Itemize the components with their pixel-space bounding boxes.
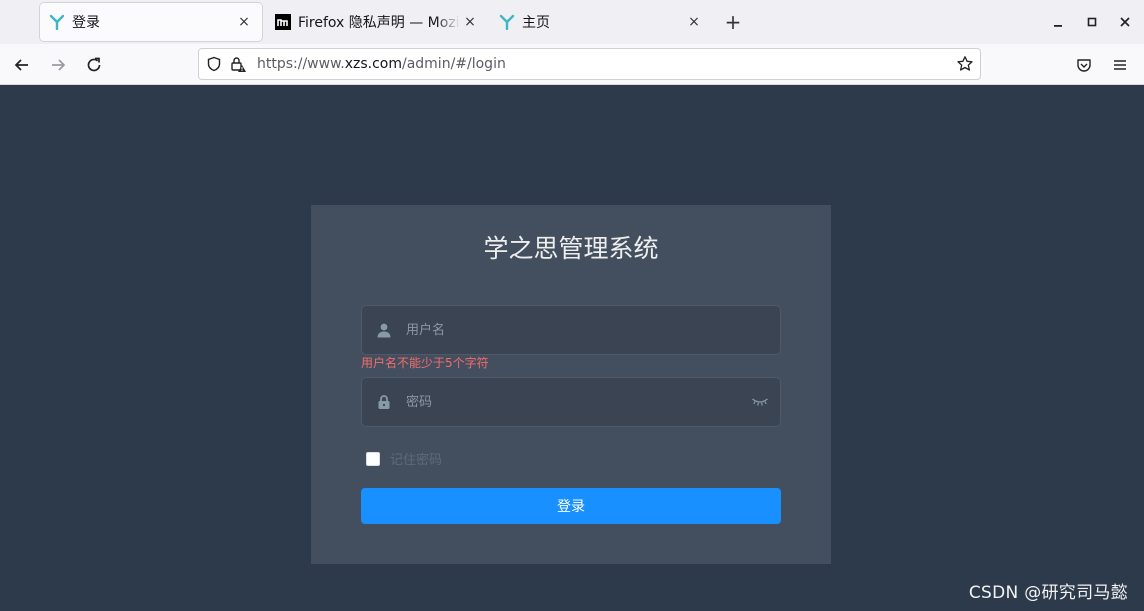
username-error: 用户名不能少于5个字符 (361, 356, 489, 370)
tab-title: Firefox 隐私声明 — Mozilla (298, 15, 460, 31)
navigation-toolbar: https://www.xzs.com/admin/#/login (0, 44, 1144, 85)
username-field[interactable] (361, 305, 781, 355)
login-title: 学之思管理系统 (483, 234, 659, 263)
url-prefix: https://www. (257, 56, 345, 72)
maximize-icon[interactable] (1082, 12, 1102, 32)
back-arrow-icon[interactable] (9, 52, 35, 78)
new-tab-button[interactable]: + (722, 10, 744, 34)
pocket-icon[interactable] (1071, 52, 1097, 78)
close-icon[interactable]: × (684, 12, 704, 32)
url-path: /admin/#/login (401, 56, 506, 72)
reload-icon[interactable] (81, 52, 107, 78)
remember-password[interactable]: 记住密码 (366, 449, 442, 468)
y-logo-icon (498, 13, 516, 31)
close-icon[interactable]: × (234, 12, 254, 32)
minimize-icon[interactable] (1048, 12, 1068, 32)
tab-login[interactable]: 登录 × (40, 3, 262, 41)
tab-title: 登录 (72, 15, 100, 31)
password-input[interactable] (406, 378, 740, 426)
watermark: CSDN @研究司马懿 (968, 583, 1128, 603)
login-form: 学之思管理系统 用户名不能少于5个字符 记住密码 登录 (311, 205, 831, 564)
password-field[interactable] (361, 377, 781, 427)
url-text[interactable]: https://www.xzs.com/admin/#/login (257, 56, 506, 72)
page-content: 学之思管理系统 用户名不能少于5个字符 记住密码 登录 CSDN @研究司马懿 (0, 85, 1144, 611)
close-icon[interactable]: × (460, 12, 480, 32)
bookmark-star-icon[interactable] (954, 53, 976, 75)
tab-title: 主页 (522, 15, 550, 31)
url-domain: xzs.com (344, 56, 402, 72)
tab-firefox-privacy[interactable]: Firefox 隐私声明 — Mozilla × (266, 3, 488, 41)
y-logo-icon (48, 13, 66, 31)
eye-closed-icon[interactable] (740, 397, 780, 407)
window-close-icon[interactable] (1115, 12, 1135, 32)
remember-checkbox[interactable] (366, 451, 380, 466)
login-button[interactable]: 登录 (361, 488, 781, 524)
lock-warning-icon[interactable] (227, 53, 249, 75)
user-icon (362, 322, 406, 338)
forward-arrow-icon[interactable] (45, 52, 71, 78)
address-bar[interactable]: https://www.xzs.com/admin/#/login (198, 48, 981, 80)
lock-icon (362, 394, 406, 410)
tab-home[interactable]: 主页 × (490, 3, 712, 41)
remember-label: 记住密码 (390, 453, 443, 468)
shield-icon[interactable] (203, 53, 225, 75)
mozilla-m-icon (274, 13, 292, 31)
username-input[interactable] (406, 306, 780, 354)
hamburger-menu-icon[interactable] (1107, 52, 1133, 78)
tab-strip: 登录 × Firefox 隐私声明 — Mozilla × 主页 × + (0, 0, 1144, 44)
